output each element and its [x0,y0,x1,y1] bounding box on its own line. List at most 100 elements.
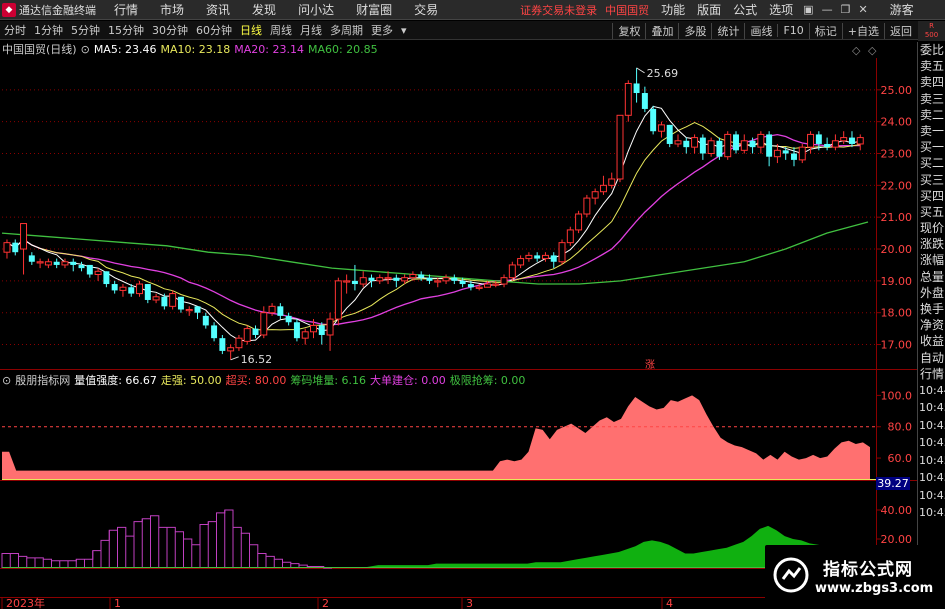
menu-discover[interactable]: 发现 [252,1,276,18]
candle-body [301,331,309,339]
candle-body [86,264,93,275]
side-item[interactable]: 涨幅 [918,252,945,268]
candle-body [782,150,789,154]
indicator-toggle-icon[interactable]: ⊙ [2,374,11,387]
side-item[interactable]: 卖一 [918,123,945,139]
multi-stock-button[interactable]: 多股 [678,22,711,39]
overlay-button[interactable]: 叠加 [645,22,678,39]
add-watchlist-button[interactable]: +自选 [841,22,884,39]
candle-body [28,255,35,262]
side-item[interactable]: 买四 [918,188,945,204]
side-item[interactable]: 涨跌 [918,236,945,252]
price-tick-label: 21.00 [881,211,913,224]
kline-chart[interactable]: 60.0 80.0 100.0 20.00 40.00 39.27 17.00 18.00… [0,40,917,609]
minimize-icon[interactable]: — [822,3,833,16]
menu-market[interactable]: 市场 [160,1,184,18]
menu-quotes[interactable]: 行情 [114,1,138,18]
more-chevron-icon[interactable]: ▾ [397,24,411,37]
draw-line-button[interactable]: 画线 [744,22,777,39]
pin-icon[interactable]: ▣ [803,3,813,16]
side-item[interactable]: 卖二 [918,107,945,123]
candle-body [591,191,599,199]
candle-body [285,315,292,323]
candle-body [766,134,773,157]
ma10-label: MA10: 23.18 [160,42,231,56]
price-tick-label: 19.00 [881,275,913,288]
chart-grid [0,58,917,609]
close-icon[interactable]: ✕ [858,3,867,16]
side-item[interactable]: 委比 [918,42,945,58]
trade-login-status[interactable]: 证券交易未登录 [520,2,597,18]
candle-body [326,318,334,336]
menu-ask[interactable]: 问小达 [298,1,334,18]
period-intraday[interactable]: 分时 [0,22,30,38]
period-weekly[interactable]: 周线 [266,22,296,38]
period-15min[interactable]: 15分钟 [104,22,148,38]
period-5min[interactable]: 5分钟 [67,22,104,38]
candle-body [293,322,300,339]
back-button[interactable]: 返回 [884,22,917,39]
period-more[interactable]: 更多 [367,22,397,38]
candle-body [451,277,458,281]
indicator-name: 殷朋指标网 [15,374,71,387]
menu-wealth[interactable]: 财富圈 [356,1,392,18]
side-time: 10:45 [919,418,945,432]
side-item[interactable]: 现价 [918,220,945,236]
candle-body [475,286,483,289]
period-1min[interactable]: 1分钟 [30,22,67,38]
side-item[interactable]: 自动 [918,350,945,366]
candle-body [500,277,508,285]
statistics-button[interactable]: 统计 [711,22,744,39]
candle-body [848,137,855,144]
menu-layout[interactable]: 版面 [697,1,721,18]
side-item[interactable]: 买三 [918,172,945,188]
candle-body [144,284,151,300]
legend-toggle-icon[interactable]: ⊙ [81,43,90,56]
candle-body [657,124,665,132]
price-tick-label: 17.00 [881,339,913,352]
adjust-button[interactable]: 复权 [612,22,645,39]
guest-account[interactable]: 游客 [890,1,914,18]
candle-body [525,254,533,260]
candle-body [508,264,516,279]
candle-body [442,277,450,282]
mark-button[interactable]: 标记 [808,22,842,39]
side-item[interactable]: 换手 [918,301,945,317]
candle-body [12,242,19,253]
side-item[interactable]: 卖四 [918,74,945,90]
price-tick-label: 25.00 [881,84,913,97]
side-item[interactable]: 净资 [918,317,945,333]
menu-options[interactable]: 选项 [769,1,793,18]
side-item[interactable]: 外盘 [918,285,945,301]
candle-body [393,277,400,281]
side-item[interactable]: 买五 [918,204,945,220]
candle-body [550,255,557,262]
side-item[interactable]: 买二 [918,155,945,171]
side-item[interactable]: 总量 [918,269,945,285]
menu-formula[interactable]: 公式 [733,1,757,18]
side-item[interactable]: 买一 [918,139,945,155]
period-toolbar: 分时 1分钟 5分钟 15分钟 30分钟 60分钟 日线 周线 月线 多周期 更… [0,21,945,40]
candle-body [53,261,60,265]
period-multi[interactable]: 多周期 [326,22,367,38]
candle-body [757,133,765,148]
menu-trade[interactable]: 交易 [414,1,438,18]
side-item[interactable]: 行情 [918,366,945,382]
side-item[interactable]: 卖三 [918,91,945,107]
candle-body [252,328,259,335]
order-book-toggle[interactable]: R 500 [918,21,945,41]
side-item[interactable]: 卖五 [918,58,945,74]
indicator-chip-volume: 筹码堆量: 6.16 [290,374,367,387]
period-30min[interactable]: 30分钟 [148,22,192,38]
menu-news[interactable]: 资讯 [206,1,230,18]
f10-button[interactable]: F10 [777,24,808,37]
candle-body [161,296,168,307]
restore-icon[interactable]: ❐ [841,3,851,16]
side-item[interactable]: 收益 [918,333,945,349]
period-daily[interactable]: 日线 [236,22,266,38]
price-tick-label: 23.00 [881,148,913,161]
menu-function[interactable]: 功能 [661,1,685,18]
period-monthly[interactable]: 月线 [296,22,326,38]
period-60min[interactable]: 60分钟 [192,22,236,38]
candle-body [111,284,118,291]
